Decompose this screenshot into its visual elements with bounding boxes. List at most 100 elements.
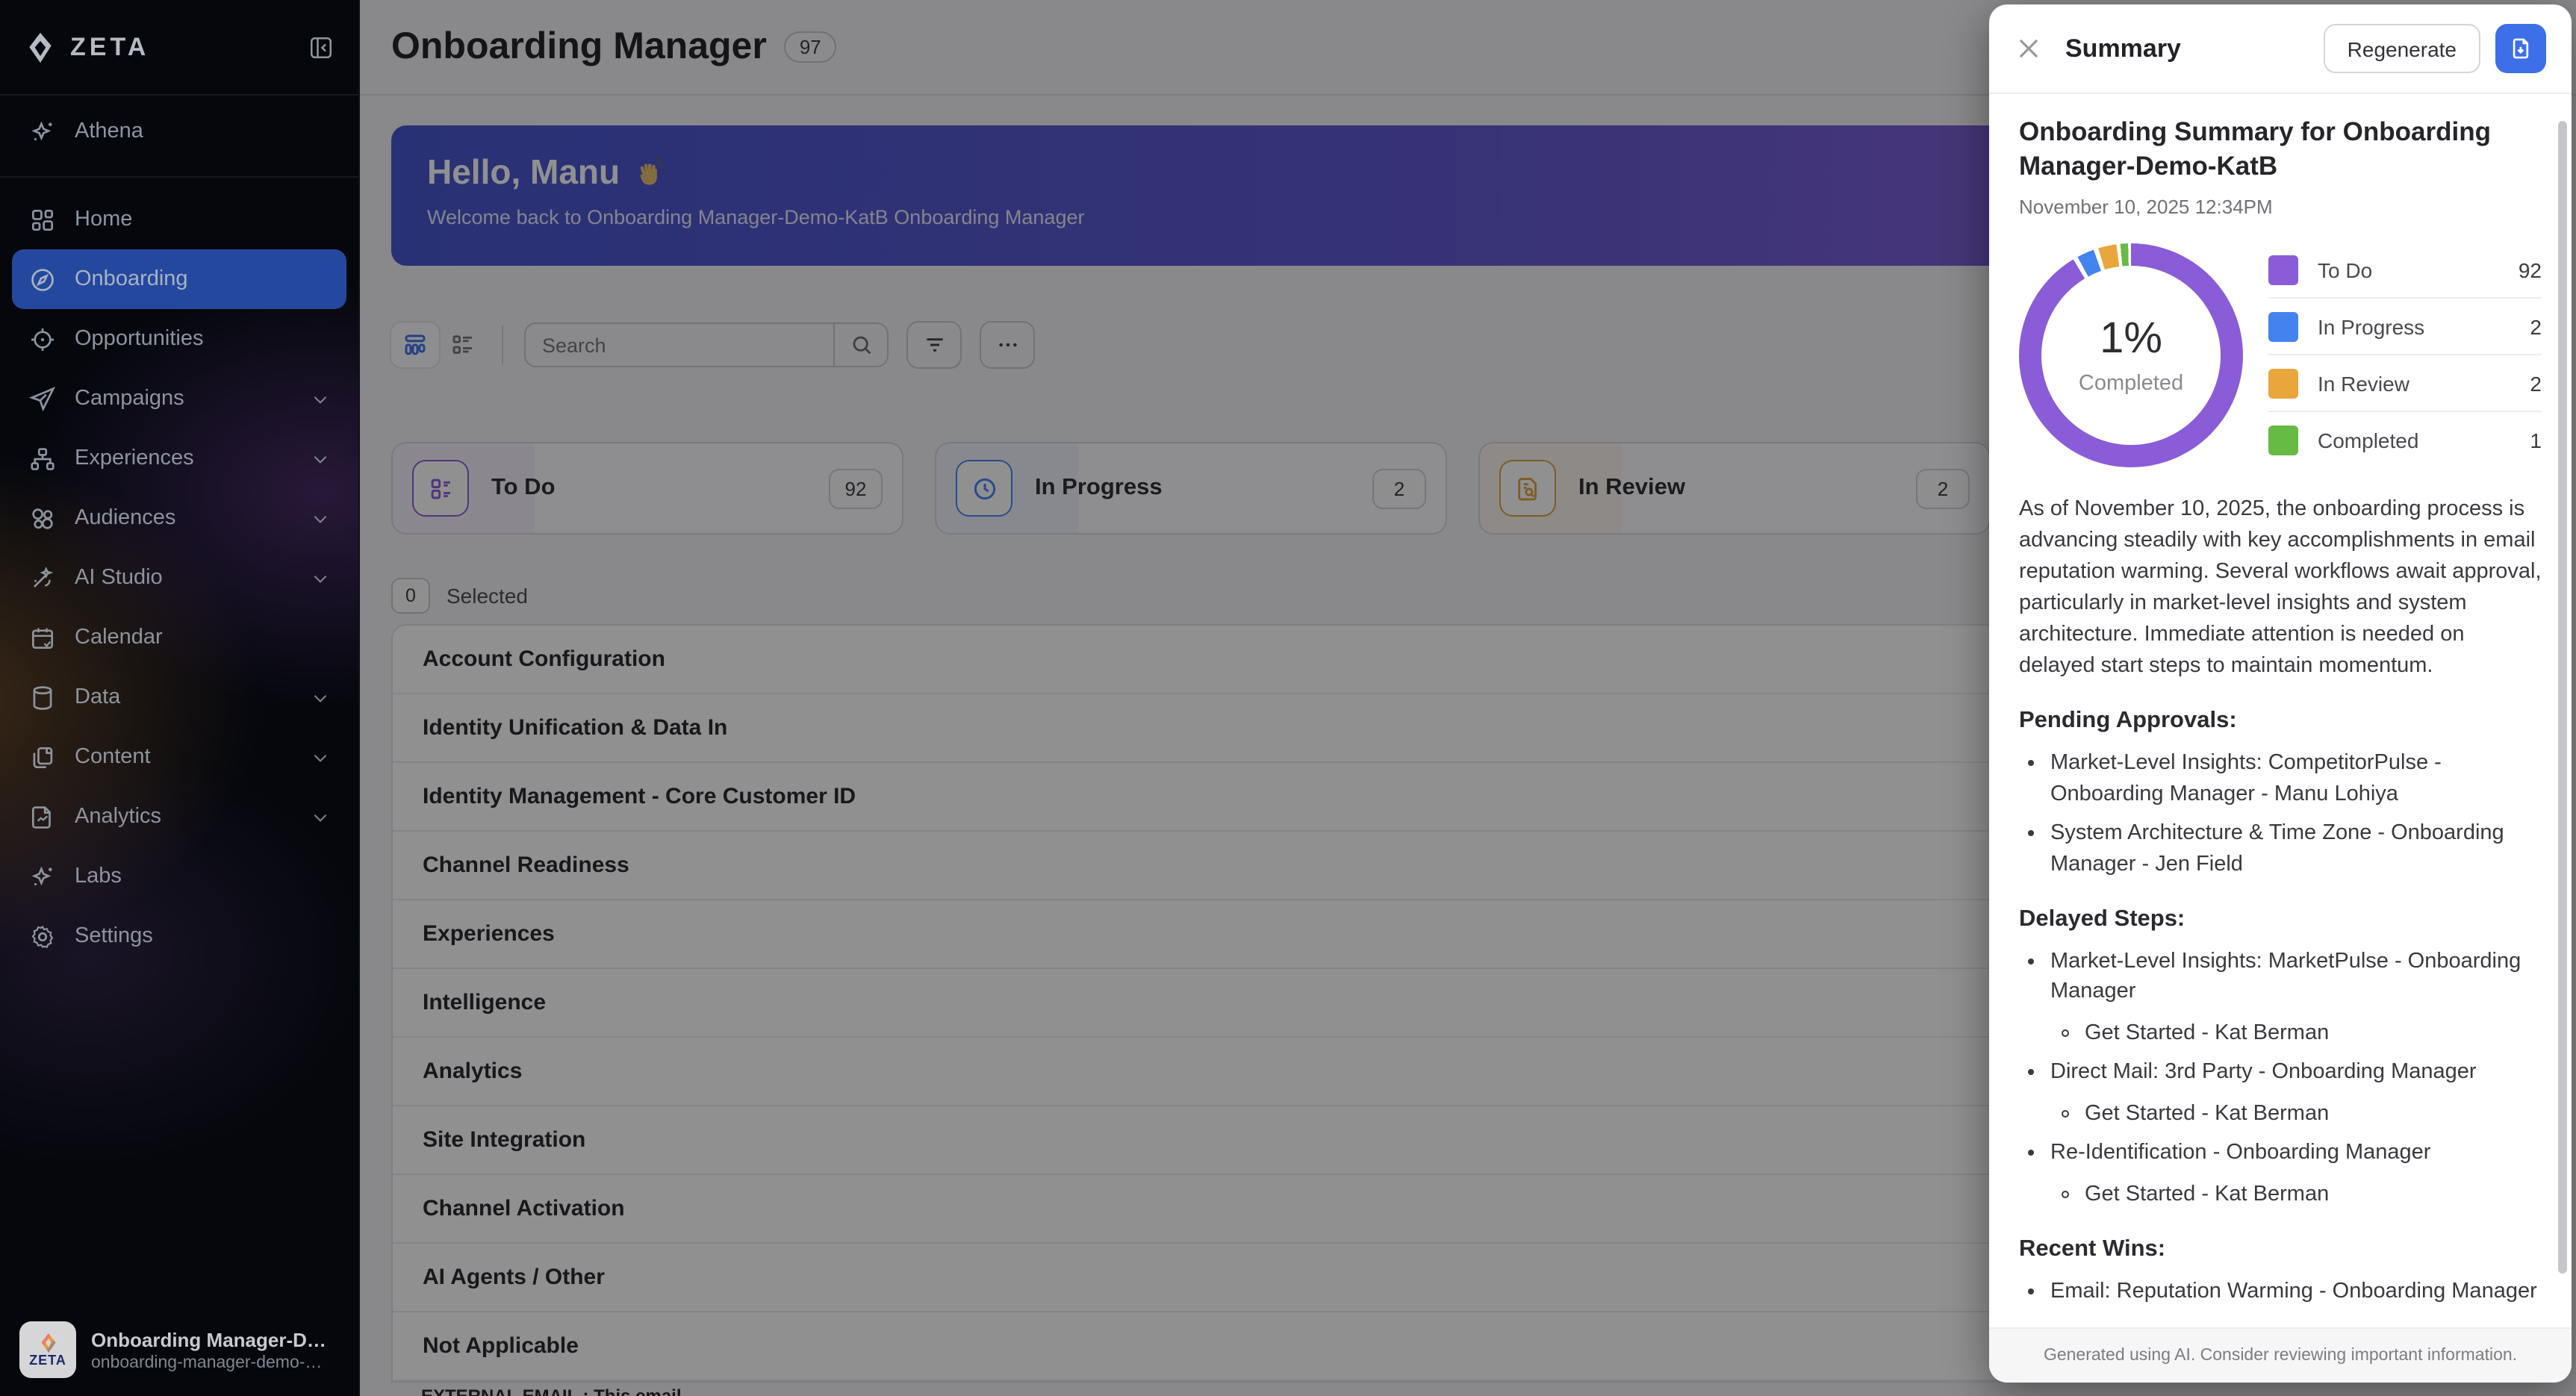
home-grid-icon: [28, 205, 57, 234]
delayed-step-item: Re-Identification - Onboarding Manager G…: [2050, 1138, 2542, 1210]
sidebar-item-audiences[interactable]: Audiences: [12, 488, 346, 548]
ai-disclaimer: Generated using AI. Consider reviewing i…: [1989, 1327, 2572, 1383]
delayed-step-item: Market-Level Insights: MarketPulse - Onb…: [2050, 946, 2542, 1048]
summary-body: Onboarding Summary for Onboarding Manage…: [1989, 93, 2572, 1329]
target-icon: [28, 325, 57, 353]
wand-sparkle-icon: [28, 564, 57, 592]
recent-win-item: Email: Reputation Warming - Onboarding M…: [2050, 1276, 2542, 1306]
recent-wins-list: Email: Reputation Warming - Onboarding M…: [2019, 1276, 2542, 1306]
close-icon[interactable]: [2015, 34, 2043, 63]
sparkles-icon: [28, 862, 57, 891]
sidebar-item-opportunities[interactable]: Opportunities: [12, 309, 346, 369]
sidebar-item-label: Analytics: [75, 805, 161, 829]
delayed-substep: Get Started - Kat Berman: [2085, 1099, 2542, 1129]
zeta-logo-icon: [24, 31, 57, 63]
status-chart: 1% Completed To Do 92 In Progress 2: [2019, 242, 2542, 467]
account-name: Onboarding Manager-D…: [91, 1328, 326, 1350]
chevron-down-icon: [311, 688, 330, 707]
sidebar-item-content[interactable]: Content: [12, 727, 346, 787]
donut-center-label: Completed: [2079, 371, 2183, 395]
delayed-substep: Get Started - Kat Berman: [2085, 1018, 2542, 1049]
shapes-icon: [28, 504, 57, 532]
recent-wins-heading: Recent Wins:: [2019, 1235, 2542, 1262]
sidebar-item-label: Data: [75, 685, 120, 709]
pending-approvals-list: Market-Level Insights: CompetitorPulse -…: [2019, 749, 2542, 881]
zeta-avatar: ZETA: [19, 1321, 76, 1378]
chevron-down-icon: [311, 449, 330, 468]
todo-swatch: [2268, 255, 2298, 284]
pages-icon: [28, 743, 57, 771]
sidebar-item-onboarding[interactable]: Onboarding: [12, 249, 346, 309]
delayed-steps-list: Market-Level Insights: MarketPulse - Onb…: [2019, 946, 2542, 1210]
avatar-zeta-text: ZETA: [29, 1353, 66, 1367]
sidebar-item-home[interactable]: Home: [12, 190, 346, 249]
chart-legend: To Do 92 In Progress 2 In Review 2: [2268, 242, 2542, 467]
file-download-icon: [2508, 36, 2533, 61]
pending-approval-item: Market-Level Insights: CompetitorPulse -…: [2050, 749, 2542, 810]
sidebar-item-label: Settings: [75, 924, 153, 948]
panel-title: Summary: [2065, 34, 2181, 63]
panel-scrollbar[interactable]: [2558, 121, 2567, 1274]
file-chart-icon: [28, 803, 57, 831]
sidebar-item-data[interactable]: Data: [12, 667, 346, 727]
sidebar-item-label: Content: [75, 745, 151, 769]
sidebar-item-labs[interactable]: Labs: [12, 847, 346, 906]
account-switcher[interactable]: ZETA Onboarding Manager-D… onboarding-ma…: [0, 1303, 358, 1396]
summary-panel-header: Summary Regenerate: [1989, 4, 2572, 94]
donut-center-value: 1%: [2100, 314, 2162, 364]
legend-row-todo: To Do 92: [2268, 242, 2542, 299]
summary-timestamp: November 10, 2025 12:34PM: [2019, 196, 2542, 218]
account-org: onboarding-manager-demo-…: [91, 1353, 326, 1371]
sidebar-item-analytics[interactable]: Analytics: [12, 787, 346, 847]
sidebar-item-campaigns[interactable]: Campaigns: [12, 369, 346, 429]
pending-approvals-heading: Pending Approvals:: [2019, 708, 2542, 735]
gear-icon: [28, 922, 57, 950]
sidebar-header: ZETA: [0, 0, 358, 96]
summary-paragraph: As of November 10, 2025, the onboarding …: [2019, 494, 2542, 682]
sidebar-item-label: Home: [75, 208, 132, 231]
sidebar-item-label: Labs: [75, 864, 122, 888]
completed-swatch: [2268, 425, 2298, 455]
summary-doc-title: Onboarding Summary for Onboarding Manage…: [2019, 115, 2542, 184]
regenerate-button[interactable]: Regenerate: [2324, 24, 2480, 73]
sidebar-item-athena[interactable]: Athena: [12, 102, 346, 161]
sidebar-item-label: Campaigns: [75, 387, 184, 411]
sparkles-icon: [28, 117, 57, 146]
database-icon: [28, 683, 57, 711]
sidebar-item-label: Opportunities: [75, 327, 204, 351]
legend-row-in-progress: In Progress 2: [2268, 299, 2542, 355]
calendar-icon: [28, 623, 57, 652]
chevron-down-icon: [311, 807, 330, 826]
completion-donut-chart: 1% Completed: [2019, 243, 2243, 467]
chevron-down-icon: [311, 568, 330, 588]
delayed-steps-heading: Delayed Steps:: [2019, 906, 2542, 932]
sidebar-item-settings[interactable]: Settings: [12, 906, 346, 966]
pending-approval-item: System Architecture & Time Zone - Onboar…: [2050, 819, 2542, 880]
compass-icon: [28, 265, 57, 293]
sidebar-item-ai-studio[interactable]: AI Studio: [12, 548, 346, 608]
sidebar-item-label: Experiences: [75, 446, 194, 470]
sidebar-item-experiences[interactable]: Experiences: [12, 429, 346, 488]
sidebar-item-label: Athena: [75, 119, 143, 143]
download-summary-button[interactable]: [2495, 24, 2546, 73]
chevron-down-icon: [311, 508, 330, 528]
legend-row-completed: Completed 1: [2268, 412, 2542, 467]
chevron-down-icon: [311, 389, 330, 408]
sidebar-item-label: AI Studio: [75, 566, 163, 590]
in-progress-swatch: [2268, 311, 2298, 341]
sidebar-nav: Home Onboarding Opportunities Campaigns: [0, 178, 358, 966]
app-root: ZETA Athena Home: [0, 0, 2576, 1396]
sidebar: ZETA Athena Home: [0, 0, 360, 1396]
in-review-swatch: [2268, 368, 2298, 398]
sitemap-icon: [28, 444, 57, 473]
delayed-step-item: Direct Mail: 3rd Party - Onboarding Mana…: [2050, 1058, 2542, 1129]
sidebar-item-label: Onboarding: [75, 267, 188, 291]
delayed-substep: Get Started - Kat Berman: [2085, 1180, 2542, 1210]
sidebar-collapse-icon[interactable]: [308, 34, 335, 60]
legend-row-in-review: In Review 2: [2268, 355, 2542, 412]
send-icon: [28, 384, 57, 413]
zeta-logo-text: ZETA: [70, 32, 149, 62]
chevron-down-icon: [311, 747, 330, 767]
summary-panel: Summary Regenerate Onboarding Summary fo…: [1989, 4, 2572, 1383]
sidebar-item-calendar[interactable]: Calendar: [12, 608, 346, 667]
